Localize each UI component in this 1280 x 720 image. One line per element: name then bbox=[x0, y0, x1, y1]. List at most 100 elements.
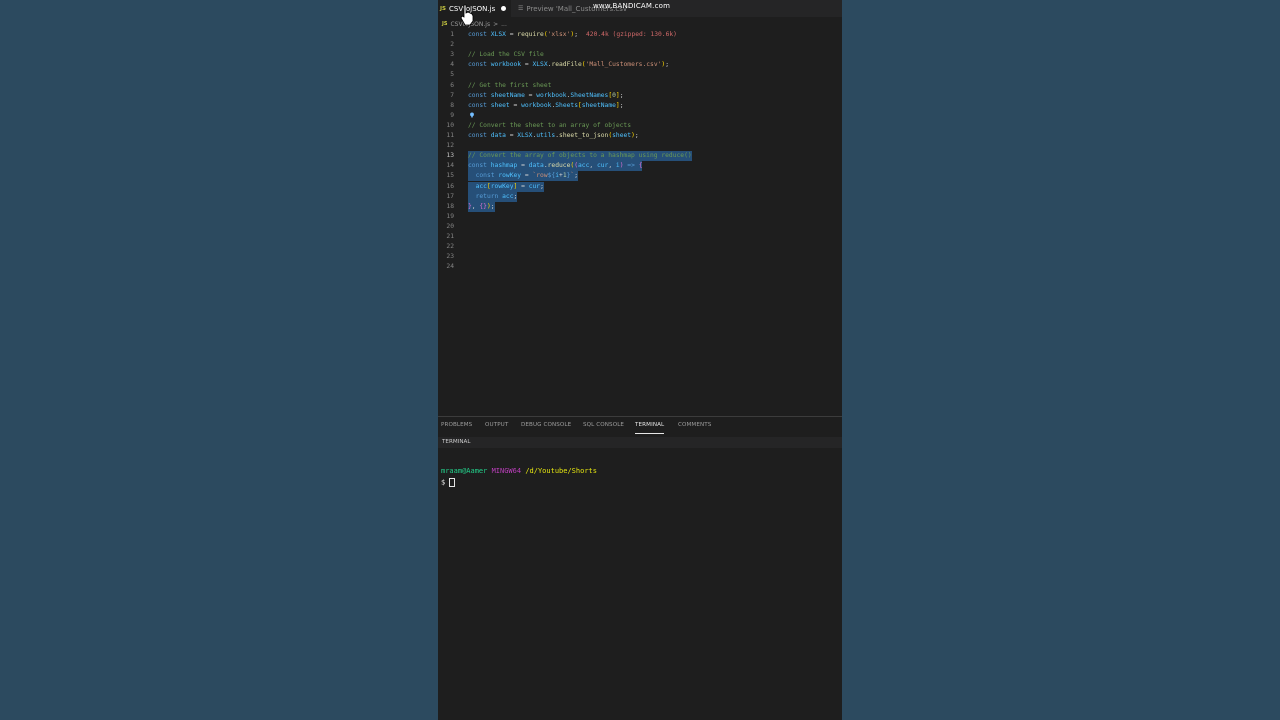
line-number: 15 bbox=[446, 172, 454, 180]
line-number: 10 bbox=[446, 121, 454, 129]
tab-csvtojson[interactable]: JS CSVtoJSON.js bbox=[438, 0, 511, 17]
code-editor[interactable]: 1 const XLSX = require('xlsx'); 420.4k (gz… bbox=[438, 30, 842, 414]
code-line[interactable]: 12 bbox=[438, 141, 842, 151]
code-token: const bbox=[468, 101, 491, 109]
code-line[interactable]: 9 bbox=[438, 111, 842, 121]
code-text: // Convert the array of objects to a has… bbox=[468, 151, 692, 162]
recording-watermark: www.BANDICAM.com bbox=[593, 2, 671, 10]
code-line[interactable]: 18}, {}); bbox=[438, 201, 842, 212]
line-number: 11 bbox=[446, 132, 454, 139]
tab-problems[interactable]: PROBLEMS bbox=[441, 422, 472, 428]
code-token: = bbox=[505, 132, 518, 139]
code-token: const bbox=[475, 172, 499, 180]
line-number: 2 bbox=[450, 41, 454, 49]
code-line[interactable]: 13 // Convert the array of objects to a h… bbox=[438, 151, 842, 162]
line-number: 23 bbox=[446, 253, 454, 261]
code-token: hashmap bbox=[490, 162, 518, 170]
tab-terminal[interactable]: TERMINAL bbox=[635, 422, 665, 434]
code-line[interactable]: 19 bbox=[438, 212, 842, 222]
code-token: sheetName bbox=[490, 91, 525, 99]
code-token: ; bbox=[619, 101, 624, 109]
code-token: require bbox=[517, 31, 544, 38]
code-token: reduce bbox=[547, 162, 571, 170]
code-line[interactable]: 15 const rowKey = `row${i+1}`; bbox=[438, 171, 842, 182]
code-text: // Load the CSV file bbox=[468, 50, 544, 60]
unsaved-dot-icon[interactable] bbox=[501, 6, 507, 11]
code-line[interactable]: 11 const data = XLSX.utils.sheet_to_json(… bbox=[438, 131, 842, 141]
code-line[interactable]: 16 acc[rowKey] = cur; bbox=[438, 181, 842, 192]
code-line[interactable]: 3 // Load the CSV file bbox=[438, 50, 842, 60]
code-token: sheet bbox=[490, 101, 510, 109]
code-token: Sheets bbox=[555, 101, 578, 109]
code-token: workbook bbox=[521, 101, 552, 109]
code-token: ; bbox=[540, 182, 544, 190]
code-token: = bbox=[509, 101, 522, 109]
code-token: readFile bbox=[551, 61, 582, 69]
line-number: 5 bbox=[450, 71, 454, 79]
line-number: 17 bbox=[446, 192, 454, 200]
code-token: // Get the first sheet bbox=[468, 81, 552, 89]
code-text: // Get the first sheet bbox=[468, 81, 551, 91]
code-token: const bbox=[468, 31, 491, 38]
terminal-input-line[interactable]: $ bbox=[441, 478, 456, 487]
terminal-header: TERMINAL bbox=[438, 437, 842, 448]
code-line[interactable]: 20 bbox=[438, 222, 842, 232]
code-token: , bbox=[608, 162, 616, 170]
code-token: 'Mall_Customers.csv' bbox=[585, 61, 662, 69]
code-line[interactable]: 10 // Convert the sheet to an array of ob… bbox=[438, 121, 842, 131]
code-token: // Convert the array of objects to a has… bbox=[468, 152, 692, 160]
code-token: = bbox=[521, 172, 533, 180]
code-text: return acc; bbox=[468, 191, 518, 202]
code-token: // Load the CSV file bbox=[468, 51, 544, 59]
code-token: acc bbox=[502, 192, 514, 200]
terminal-cursor bbox=[449, 478, 456, 487]
line-number: 22 bbox=[446, 243, 454, 251]
line-number: 7 bbox=[450, 91, 454, 99]
line-number: 3 bbox=[450, 51, 454, 59]
code-token: rowKey bbox=[490, 182, 514, 190]
terminal-host: MINGW64 bbox=[491, 467, 522, 475]
code-token: ; bbox=[634, 132, 639, 139]
code-token: 'xlsx' bbox=[547, 31, 571, 38]
code-token: rowKey bbox=[498, 172, 522, 180]
code-line[interactable]: 14 const hashmap = data.reduce((acc, cur,… bbox=[438, 161, 842, 172]
tab-debug-console[interactable]: DEBUG CONSOLE bbox=[521, 422, 571, 428]
code-token: return bbox=[475, 192, 503, 200]
code-token: sheetName bbox=[581, 101, 616, 109]
js-file-icon: JS bbox=[440, 5, 447, 12]
code-token: workbook bbox=[536, 91, 567, 99]
line-number: 1 bbox=[450, 31, 454, 38]
code-token: const bbox=[468, 61, 491, 69]
breadcrumb-symbol[interactable]: ... bbox=[501, 21, 507, 28]
tab-output[interactable]: OUTPUT bbox=[485, 422, 508, 428]
code-line[interactable]: 2 bbox=[438, 40, 842, 50]
code-token: XLSX bbox=[490, 31, 506, 38]
line-number: 9 bbox=[450, 111, 454, 119]
bottom-panel: PROBLEMS OUTPUT DEBUG CONSOLE SQL CONSOL… bbox=[438, 416, 842, 720]
editor-tab-bar: JS CSVtoJSON.js ☰ Preview 'Mall_Customer… bbox=[438, 0, 842, 17]
code-token: XLSX bbox=[517, 132, 533, 139]
terminal-user: mraam@Aamer bbox=[441, 467, 488, 475]
line-number: 8 bbox=[450, 101, 454, 109]
code-text: acc[rowKey] = cur; bbox=[468, 181, 544, 192]
tab-sql-console[interactable]: SQL CONSOLE bbox=[583, 422, 624, 428]
code-line[interactable]: 6 // Get the first sheet bbox=[438, 81, 842, 91]
code-line[interactable]: 21 bbox=[438, 232, 842, 242]
code-line[interactable]: 22 bbox=[438, 242, 842, 252]
code-token: const bbox=[468, 162, 491, 170]
code-line[interactable]: 5 bbox=[438, 70, 842, 80]
code-text: const XLSX = require('xlsx'); 420.4k (gzi… bbox=[468, 30, 677, 40]
import-cost-hint: 420.4k (gzipped: 130.6k) bbox=[585, 31, 677, 38]
code-line[interactable]: 24 bbox=[438, 262, 842, 272]
line-number: 24 bbox=[446, 263, 454, 271]
code-text: const sheet = workbook.Sheets[sheetName]… bbox=[468, 101, 624, 111]
code-line[interactable]: 1 const XLSX = require('xlsx'); 420.4k (gz… bbox=[438, 30, 842, 40]
tab-comments[interactable]: COMMENTS bbox=[678, 422, 711, 428]
code-line[interactable]: 8 const sheet = workbook.Sheets[sheetName… bbox=[438, 101, 842, 111]
code-line[interactable]: 7 const sheetName = workbook.SheetNames[0… bbox=[438, 91, 842, 101]
code-line[interactable]: 23 bbox=[438, 252, 842, 262]
code-line[interactable]: 17 return acc; bbox=[438, 191, 842, 202]
code-line[interactable]: 4 const workbook = XLSX.readFile('Mall_Cu… bbox=[438, 60, 842, 70]
terminal-prompt-line[interactable]: mraam@Aamer MINGW64 /d/Youtube/Shorts bbox=[441, 467, 597, 475]
